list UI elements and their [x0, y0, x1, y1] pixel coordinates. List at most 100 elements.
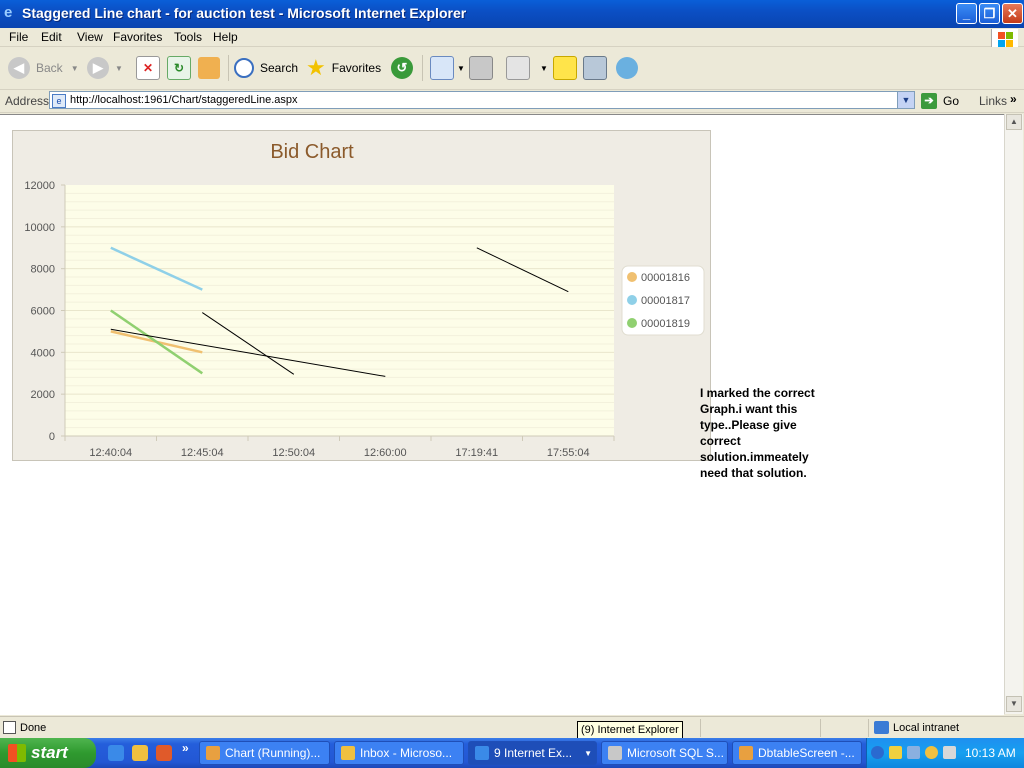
menu-favorites[interactable]: Favorites — [113, 30, 162, 44]
links-label[interactable]: Links — [979, 94, 1007, 108]
vertical-scrollbar[interactable]: ▲ ▼ — [1004, 114, 1023, 714]
quicklaunch-outlook-icon[interactable] — [132, 745, 148, 761]
close-button[interactable]: ✕ — [1002, 3, 1023, 24]
task-chart-running[interactable]: Chart (Running)... — [199, 741, 330, 765]
security-zone: Local intranet — [893, 722, 960, 734]
menu-view[interactable]: View — [77, 30, 103, 44]
history-button[interactable]: ↺ — [391, 55, 419, 81]
edit-icon — [506, 56, 530, 80]
status-text: Done — [20, 722, 47, 734]
ie-logo-icon: e — [4, 4, 13, 21]
y-tick-labels: 0 2000 4000 6000 8000 10000 12000 — [24, 180, 55, 443]
bid-chart-svg: 020004000600080001000012000 12:40:04 12:4… — [24, 141, 705, 459]
chart-title: Bid Chart — [270, 141, 354, 163]
x-tick-label: 12:40:04 — [89, 447, 132, 459]
status-bar: Done Local intranet — [0, 716, 1024, 739]
scroll-down-icon[interactable]: ▼ — [1006, 696, 1022, 712]
windows-logo-icon — [991, 29, 1018, 49]
edit-button[interactable]: ▼ — [506, 55, 548, 81]
tray-volume-icon[interactable] — [943, 746, 956, 759]
forward-dropdown-icon[interactable]: ▼ — [115, 64, 123, 73]
history-icon: ↺ — [391, 57, 413, 79]
refresh-icon: ↻ — [167, 56, 191, 80]
task-inbox[interactable]: Inbox - Microso... — [334, 741, 464, 765]
menu-help[interactable]: Help — [213, 30, 238, 44]
home-button[interactable] — [198, 55, 220, 81]
edit-dropdown-icon[interactable]: ▼ — [540, 64, 548, 73]
toolbar: ◀ Back ▼ ▶ ▼ ✕ ↻ Search ★ Favorites ↺ ▼ … — [0, 47, 1024, 90]
visual-studio-icon — [739, 746, 753, 760]
forward-arrow-icon: ▶ — [87, 57, 109, 79]
links-chevron-icon[interactable]: » — [1010, 92, 1017, 106]
stop-button[interactable]: ✕ — [136, 55, 160, 81]
quicklaunch-chevron-icon[interactable]: » — [182, 741, 189, 755]
forward-button[interactable]: ▶ ▼ — [87, 55, 123, 81]
x-tick-label: 17:55:04 — [547, 447, 590, 459]
taskbar: start » Chart (Running)... Inbox - Micro… — [0, 738, 1024, 768]
mail-dropdown-icon[interactable]: ▼ — [457, 64, 465, 73]
tray-chevron-icon[interactable] — [871, 746, 884, 759]
favorites-button[interactable]: ★ Favorites — [306, 55, 381, 81]
x-tick-label: 12:60:00 — [364, 447, 407, 459]
status-divider — [820, 719, 821, 737]
x-tick-labels: 12:40:04 12:45:04 12:50:04 12:60:00 17:19:41… — [89, 447, 589, 459]
y-tick-label: 4000 — [31, 347, 55, 359]
legend-label-00001816: 00001816 — [641, 272, 690, 284]
address-input[interactable]: e http://localhost:1961/Chart/staggeredL… — [49, 91, 915, 109]
task-label: 9 Internet Ex... — [494, 746, 573, 760]
research-button[interactable] — [583, 55, 607, 81]
messenger-button[interactable] — [616, 55, 638, 81]
notes-button[interactable] — [553, 55, 577, 81]
start-button[interactable]: start — [0, 738, 96, 768]
task-label: Inbox - Microso... — [360, 746, 453, 760]
task-sql-server[interactable]: Microsoft SQL S... — [601, 741, 728, 765]
mail-button[interactable]: ▼ — [430, 55, 465, 81]
go-arrow-icon[interactable]: ➔ — [921, 93, 937, 109]
address-url[interactable]: http://localhost:1961/Chart/staggeredLin… — [70, 94, 297, 106]
ie-icon — [475, 746, 489, 760]
search-button[interactable]: Search — [234, 55, 298, 81]
quicklaunch-ie-icon[interactable] — [108, 745, 124, 761]
annotation-note: I marked the correct Graph.i want this t… — [700, 386, 815, 480]
go-button[interactable]: Go — [943, 94, 959, 108]
print-button[interactable] — [469, 55, 493, 81]
tray-messenger-icon[interactable] — [925, 746, 938, 759]
favorites-star-icon: ★ — [306, 55, 326, 80]
title-bar: e Staggered Line chart - for auction tes… — [0, 0, 1024, 28]
task-internet-explorer-group[interactable]: 9 Internet Ex... ▼ — [468, 741, 597, 765]
y-tick-label: 6000 — [31, 306, 55, 318]
task-dbtablescreen[interactable]: DbtableScreen -... — [732, 741, 862, 765]
y-tick-label: 12000 — [24, 180, 55, 192]
x-tick-label: 17:19:41 — [455, 447, 498, 459]
legend-label-00001819: 00001819 — [641, 318, 690, 330]
search-label: Search — [260, 61, 299, 75]
tray-network-icon[interactable] — [907, 746, 920, 759]
menu-edit[interactable]: Edit — [41, 30, 62, 44]
start-flag-icon — [8, 744, 26, 762]
intranet-zone-icon — [874, 721, 889, 734]
research-icon — [583, 56, 607, 80]
quicklaunch-firefox-icon[interactable] — [156, 745, 172, 761]
maximize-button[interactable]: ❐ — [979, 3, 1000, 24]
legend-label-00001817: 00001817 — [641, 295, 690, 307]
address-dropdown-icon[interactable]: ▼ — [897, 92, 914, 108]
legend: 00001816 00001817 00001819 — [621, 265, 705, 336]
taskbar-tooltip: (9) Internet Explorer — [577, 721, 683, 739]
mail-icon — [430, 56, 454, 80]
back-button[interactable]: ◀ Back ▼ — [8, 55, 79, 81]
tray-app-icon[interactable] — [889, 746, 902, 759]
messenger-icon — [616, 57, 638, 79]
group-dropdown-icon: ▼ — [584, 748, 592, 758]
minimize-button[interactable]: _ — [956, 3, 977, 24]
toolbar-separator — [422, 55, 423, 81]
scroll-up-icon[interactable]: ▲ — [1006, 114, 1022, 130]
status-divider — [868, 719, 869, 737]
favorites-label: Favorites — [331, 61, 382, 75]
clock: 10:13 AM — [965, 746, 1016, 760]
refresh-button[interactable]: ↻ — [167, 55, 191, 81]
menu-file[interactable]: File — [9, 30, 28, 44]
menu-tools[interactable]: Tools — [174, 30, 202, 44]
back-dropdown-icon[interactable]: ▼ — [71, 64, 79, 73]
y-tick-label: 8000 — [31, 264, 55, 276]
y-tick-label: 2000 — [31, 389, 55, 401]
